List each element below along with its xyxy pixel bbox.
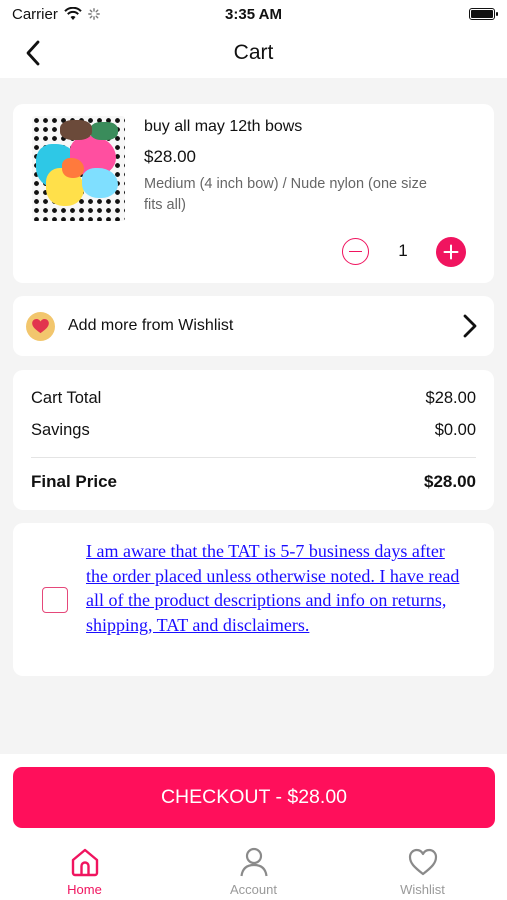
wishlist-heart-badge bbox=[26, 312, 55, 341]
tab-account-label: Account bbox=[230, 882, 277, 897]
minus-icon bbox=[349, 250, 362, 253]
back-button[interactable] bbox=[18, 38, 48, 68]
cart-total-label: Cart Total bbox=[31, 389, 102, 407]
tab-wishlist-label: Wishlist bbox=[400, 882, 445, 897]
price-summary-card: Cart Total $28.00 Savings $0.00 Final Pr… bbox=[13, 370, 494, 510]
cart-item-card: buy all may 12th bows $28.00 Medium (4 i… bbox=[13, 104, 494, 283]
activity-spinner-icon bbox=[87, 8, 100, 20]
chevron-right-icon bbox=[463, 314, 477, 338]
tab-account[interactable]: Account bbox=[169, 838, 338, 900]
checkout-button[interactable]: CHECKOUT - $28.00 bbox=[13, 767, 495, 828]
tab-home[interactable]: Home bbox=[0, 838, 169, 900]
status-left: Carrier bbox=[12, 6, 100, 23]
heart-outline-icon bbox=[408, 848, 437, 876]
cart-total-value: $28.00 bbox=[425, 389, 476, 407]
plus-icon bbox=[443, 244, 459, 260]
terms-link[interactable]: I am aware that the TAT is 5-7 business … bbox=[86, 539, 471, 637]
tab-home-label: Home bbox=[67, 882, 102, 897]
savings-row: Savings $0.00 bbox=[31, 421, 476, 440]
carrier-label: Carrier bbox=[12, 5, 58, 23]
savings-value: $0.00 bbox=[434, 421, 476, 439]
terms-checkbox[interactable] bbox=[42, 587, 68, 613]
increase-quantity-button[interactable] bbox=[436, 237, 466, 267]
final-price-row: Final Price $28.00 bbox=[31, 472, 476, 492]
quantity-value: 1 bbox=[398, 241, 408, 260]
divider bbox=[31, 457, 476, 458]
final-price-label: Final Price bbox=[31, 472, 117, 491]
terms-card: I am aware that the TAT is 5-7 business … bbox=[13, 523, 494, 676]
page-title: Cart bbox=[233, 41, 274, 64]
nav-bar: Cart bbox=[0, 28, 507, 78]
battery-icon bbox=[469, 8, 498, 20]
product-image[interactable] bbox=[32, 116, 125, 221]
chevron-left-icon bbox=[26, 40, 40, 66]
wifi-icon bbox=[64, 7, 82, 20]
tab-wishlist[interactable]: Wishlist bbox=[338, 838, 507, 900]
cart-total-row: Cart Total $28.00 bbox=[31, 389, 476, 408]
heart-icon bbox=[32, 319, 49, 334]
wishlist-label: Add more from Wishlist bbox=[68, 317, 234, 334]
product-title[interactable]: buy all may 12th bows bbox=[144, 118, 302, 136]
final-price-value: $28.00 bbox=[424, 472, 476, 491]
tab-bar: Home Account Wishlist bbox=[0, 838, 507, 900]
account-icon bbox=[239, 847, 268, 877]
product-price: $28.00 bbox=[144, 147, 196, 166]
decrease-quantity-button[interactable] bbox=[342, 238, 369, 265]
add-from-wishlist-row[interactable]: Add more from Wishlist bbox=[13, 296, 494, 356]
status-bar: Carrier 3:35 AM bbox=[0, 0, 507, 28]
home-icon bbox=[71, 848, 98, 877]
savings-label: Savings bbox=[31, 421, 90, 439]
product-variant: Medium (4 inch bow) / Nude nylon (one si… bbox=[144, 176, 427, 213]
